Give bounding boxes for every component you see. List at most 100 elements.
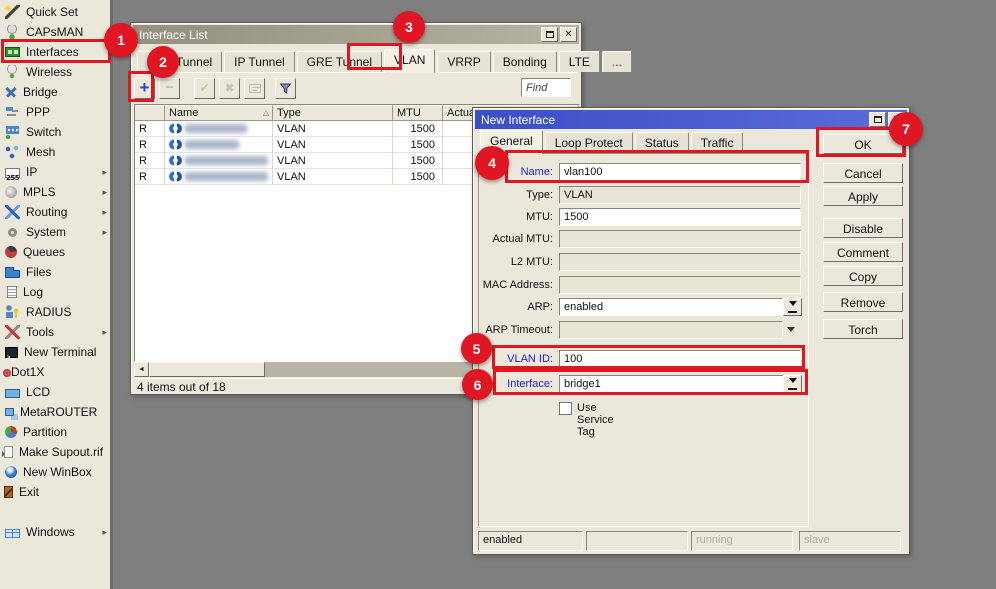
comment-card-icon	[249, 84, 261, 93]
sidebar-item-radius[interactable]: RADIUS	[0, 302, 110, 322]
arp-dropdown-button[interactable]	[783, 298, 802, 316]
winbox-app: Quick Set CAPsMAN Interfaces Wireless Br…	[0, 0, 996, 589]
type-value	[559, 186, 801, 204]
mac-address-value	[559, 276, 801, 294]
row-name-cell	[165, 169, 273, 185]
bridge-icon	[3, 84, 20, 101]
sidebar-item-make-supout[interactable]: Make Supout.rif	[0, 442, 110, 462]
mtu-field-label: MTU:	[473, 211, 553, 223]
sidebar-item-routing[interactable]: Routing▸	[0, 202, 110, 222]
sidebar-item-switch[interactable]: Switch	[0, 122, 110, 142]
disable-button[interactable]: Disable	[823, 218, 903, 238]
maximize-button[interactable]	[869, 112, 886, 127]
sidebar-item-new-terminal[interactable]: New Terminal	[0, 342, 110, 362]
sidebar-item-partition[interactable]: Partition	[0, 422, 110, 442]
vlan-interface-icon	[169, 155, 182, 166]
row-type: VLAN	[273, 137, 393, 153]
sidebar-item-interfaces[interactable]: Interfaces	[0, 42, 110, 62]
comment-button[interactable]	[244, 78, 265, 99]
tab-gre-tunnel[interactable]: GRE Tunnel	[297, 51, 382, 72]
sidebar-item-quick-set[interactable]: Quick Set	[0, 2, 110, 22]
use-service-tag-checkbox[interactable]	[559, 402, 572, 415]
row-mtu: 1500	[393, 121, 443, 137]
copy-button[interactable]: Copy	[823, 266, 903, 286]
tab-bonding[interactable]: Bonding	[493, 51, 557, 72]
tab-more[interactable]: ...	[602, 51, 632, 72]
sidebar-item-metarouter[interactable]: MetaROUTER	[0, 402, 110, 422]
row-mtu: 1500	[393, 137, 443, 153]
column-header-name[interactable]: Name△	[165, 105, 273, 121]
interface-list-titlebar[interactable]: Interface List ✕	[133, 25, 579, 44]
sidebar-item-label: Quick Set	[26, 5, 78, 19]
tab-status[interactable]: Status	[635, 132, 689, 153]
name-input[interactable]	[559, 163, 801, 181]
vlan-id-input[interactable]	[559, 350, 801, 368]
sidebar-item-files[interactable]: Files	[0, 262, 110, 282]
sidebar-item-label: Files	[26, 265, 51, 279]
tab-traffic[interactable]: Traffic	[691, 132, 744, 153]
sidebar-item-ip[interactable]: IP▸	[0, 162, 110, 182]
globe-icon	[5, 466, 17, 478]
remove-button[interactable]: Remove	[823, 292, 903, 312]
sidebar-item-system[interactable]: System▸	[0, 222, 110, 242]
sidebar-item-tools[interactable]: Tools▸	[0, 322, 110, 342]
sidebar-item-mesh[interactable]: Mesh	[0, 142, 110, 162]
sidebar-item-label: Windows	[26, 525, 75, 539]
comment-button[interactable]: Comment	[823, 242, 903, 262]
enable-button[interactable]: ✔	[194, 78, 215, 99]
terminal-icon	[5, 347, 18, 358]
sidebar-item-windows[interactable]: Windows▸	[0, 522, 110, 542]
tab-vlan[interactable]: VLAN	[384, 49, 435, 73]
interface-dropdown-button[interactable]	[783, 375, 802, 393]
column-header-mtu[interactable]: MTU	[393, 105, 443, 121]
disable-button[interactable]: ✖	[219, 78, 240, 99]
tab-ip-tunnel[interactable]: IP Tunnel	[224, 51, 294, 72]
window-title: Interface List	[139, 28, 208, 42]
interface-list-toolbar: + − ✔ ✖	[134, 76, 577, 100]
scrollbar-thumb[interactable]	[149, 362, 265, 377]
remove-button[interactable]: −	[159, 78, 180, 99]
pie-icon	[5, 426, 17, 438]
filter-button[interactable]	[275, 78, 296, 99]
column-header-flags[interactable]	[135, 105, 165, 121]
close-button[interactable]: ✕	[560, 27, 577, 42]
sidebar-item-queues[interactable]: Queues	[0, 242, 110, 262]
arp-select[interactable]	[559, 298, 783, 316]
sidebar-item-exit[interactable]: Exit	[0, 482, 110, 502]
sidebar-item-label: LCD	[26, 385, 50, 399]
column-header-type[interactable]: Type	[273, 105, 393, 121]
sidebar-item-capsman[interactable]: CAPsMAN	[0, 22, 110, 42]
sidebar-item-wireless[interactable]: Wireless	[0, 62, 110, 82]
scroll-left-arrow-icon[interactable]: ◄	[134, 362, 149, 377]
row-flag: R	[135, 121, 165, 137]
sidebar-item-bridge[interactable]: Bridge	[0, 82, 110, 102]
sidebar-item-new-winbox[interactable]: New WinBox	[0, 462, 110, 482]
sidebar-item-ppp[interactable]: PPP	[0, 102, 110, 122]
sidebar-item-lcd[interactable]: LCD	[0, 382, 110, 402]
cancel-button[interactable]: Cancel	[823, 163, 903, 183]
torch-button[interactable]: Torch	[823, 319, 903, 339]
sidebar-item-label: MetaROUTER	[20, 405, 97, 419]
find-input[interactable]	[521, 78, 571, 97]
sidebar-item-log[interactable]: Log	[0, 282, 110, 302]
add-button[interactable]: +	[134, 78, 155, 99]
network-card-icon	[5, 47, 20, 57]
tab-lte[interactable]: LTE	[559, 51, 600, 72]
dropdown-arrow-icon[interactable]	[787, 327, 795, 336]
window-controls: ✕	[539, 27, 577, 42]
sidebar-item-dot1x[interactable]: Dot1X	[0, 362, 110, 382]
user-key-icon	[5, 305, 20, 319]
interface-select[interactable]	[559, 375, 783, 393]
row-mtu: 1500	[393, 169, 443, 185]
tab-loop-protect[interactable]: Loop Protect	[545, 132, 633, 153]
sidebar-item-label: Queues	[23, 245, 65, 259]
new-interface-titlebar[interactable]: New Interface ✕	[475, 110, 907, 129]
sidebar-item-mpls[interactable]: MPLS▸	[0, 182, 110, 202]
tab-vrrp[interactable]: VRRP	[437, 51, 490, 72]
mtu-input[interactable]	[559, 208, 801, 226]
minus-icon: −	[165, 80, 174, 95]
maximize-icon	[546, 31, 554, 38]
maximize-button[interactable]	[541, 27, 558, 42]
apply-button[interactable]: Apply	[823, 186, 903, 206]
sidebar-item-label: Mesh	[26, 145, 55, 159]
